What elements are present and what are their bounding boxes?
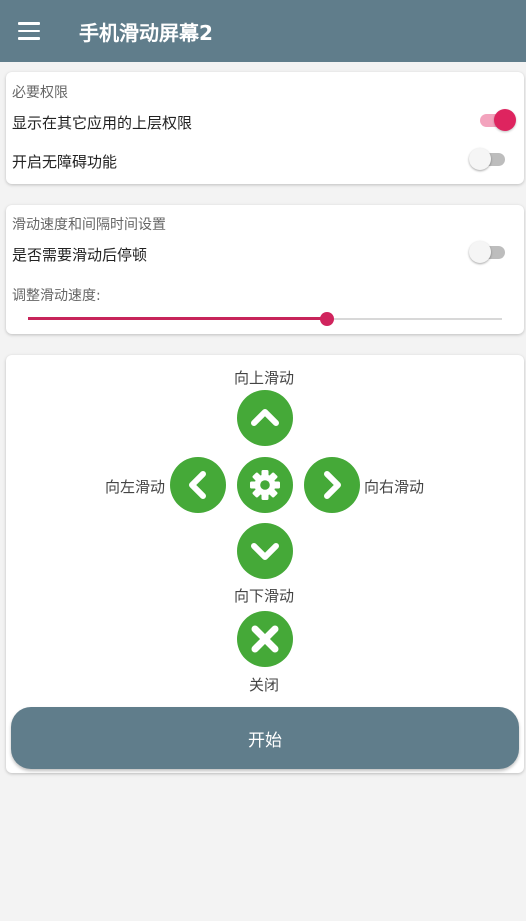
speed-slider[interactable]: [28, 311, 502, 327]
swipe-up-button[interactable]: [237, 390, 293, 446]
close-icon: [251, 625, 279, 653]
swipe-left-button[interactable]: [170, 457, 226, 513]
overlay-permission-switch[interactable]: [476, 108, 516, 132]
switch-thumb: [469, 241, 491, 263]
chevron-left-icon: [189, 471, 206, 499]
swipe-left-label: 向左滑动: [105, 478, 166, 496]
slider-thumb[interactable]: [320, 312, 334, 326]
speed-label: 调整滑动速度:: [12, 288, 101, 304]
app-title: 手机滑动屏幕2: [79, 21, 213, 45]
swipe-up-label: 向上滑动: [234, 369, 295, 387]
swipe-down-button[interactable]: [237, 523, 293, 579]
permissions-section-title: 必要权限: [12, 85, 68, 101]
swipe-right-button[interactable]: [304, 457, 360, 513]
settings-button[interactable]: [237, 457, 293, 513]
permissions-card: 必要权限 显示在其它应用的上层权限 开启无障碍功能: [6, 72, 524, 184]
pause-label: 是否需要滑动后停顿: [12, 246, 148, 264]
speed-section-title: 滑动速度和间隔时间设置: [12, 217, 166, 233]
switch-thumb: [469, 148, 491, 170]
speed-settings-card: 滑动速度和间隔时间设置 是否需要滑动后停顿 调整滑动速度:: [6, 205, 524, 334]
swipe-down-label: 向下滑动: [234, 587, 295, 605]
overlay-permission-label: 显示在其它应用的上层权限: [12, 114, 193, 132]
switch-thumb: [494, 109, 516, 131]
gear-icon: [250, 470, 280, 500]
chevron-right-icon: [324, 471, 341, 499]
pause-switch[interactable]: [469, 240, 509, 264]
slider-fill: [28, 317, 327, 320]
app-bar: 手机滑动屏幕2: [0, 0, 526, 62]
start-button[interactable]: 开始: [11, 707, 519, 769]
hamburger-menu-icon[interactable]: [18, 22, 40, 40]
accessibility-switch[interactable]: [469, 147, 509, 171]
chevron-down-icon: [251, 543, 279, 560]
close-label: 关闭: [249, 676, 280, 694]
swipe-controls-card: 向上滑动 向左滑动 向右滑动 向下滑动 关闭 开始: [6, 355, 524, 773]
chevron-up-icon: [251, 409, 279, 426]
swipe-right-label: 向右滑动: [364, 478, 425, 496]
close-button[interactable]: [237, 611, 293, 667]
accessibility-label: 开启无障碍功能: [12, 153, 118, 171]
